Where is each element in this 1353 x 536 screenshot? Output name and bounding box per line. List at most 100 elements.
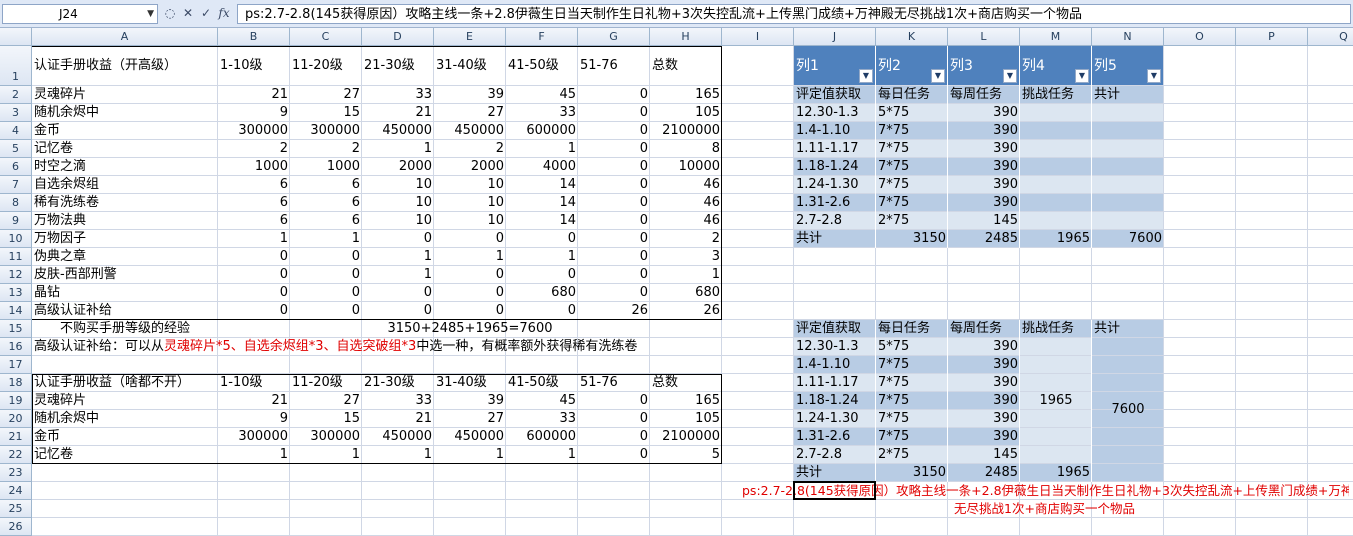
table1-value-cell[interactable]: 2 [650, 230, 722, 248]
row-header[interactable]: 19 [0, 392, 32, 410]
table3-period-cell[interactable]: 1.24-1.30 [794, 176, 876, 194]
table1-value-cell[interactable]: 0 [290, 284, 362, 302]
table1-value-cell[interactable]: 300000 [218, 122, 290, 140]
table2-col-header[interactable]: 21-30级 [362, 374, 434, 392]
table2-row-label[interactable]: 金币 [32, 428, 218, 446]
row-header[interactable]: 26 [0, 518, 32, 536]
table1-value-cell[interactable]: 2100000 [650, 122, 722, 140]
table2-value-cell[interactable]: 39 [434, 392, 506, 410]
row-header[interactable]: 13 [0, 284, 32, 302]
table1-value-cell[interactable]: 0 [578, 212, 650, 230]
table2-row-label[interactable]: 记忆卷 [32, 446, 218, 464]
table1-value-cell[interactable]: 6 [218, 194, 290, 212]
table1-row-label[interactable]: 皮肤-西部刑警 [32, 266, 218, 284]
table1-value-cell[interactable]: 10 [434, 194, 506, 212]
row-header[interactable]: 8 [0, 194, 32, 212]
table2-value-cell[interactable]: 2100000 [650, 428, 722, 446]
row-header[interactable]: 25 [0, 500, 32, 518]
table1-col-header[interactable]: 51-76 [578, 46, 650, 86]
table2-value-cell[interactable]: 15 [290, 410, 362, 428]
table4-total-value[interactable]: 1965 [1020, 464, 1092, 482]
table4-value-cell[interactable]: 390 [948, 428, 1020, 446]
table1-col-header[interactable]: 总数 [650, 46, 722, 86]
table3-subheader[interactable]: 挑战任务 [1020, 86, 1092, 104]
table1-value-cell[interactable]: 46 [650, 212, 722, 230]
table2-value-cell[interactable]: 300000 [218, 428, 290, 446]
table1-value-cell[interactable]: 21 [218, 86, 290, 104]
column-header[interactable]: P [1236, 28, 1308, 46]
table1-value-cell[interactable]: 600000 [506, 122, 578, 140]
table1-value-cell[interactable]: 0 [218, 248, 290, 266]
table1-value-cell[interactable]: 1 [434, 248, 506, 266]
table1-value-cell[interactable]: 105 [650, 104, 722, 122]
table3-subheader[interactable]: 共计 [1092, 86, 1164, 104]
table1-value-cell[interactable]: 165 [650, 86, 722, 104]
table1-value-cell[interactable]: 14 [506, 212, 578, 230]
table4-value-cell[interactable]: 390 [948, 410, 1020, 428]
table4-total-value[interactable]: 2485 [948, 464, 1020, 482]
table1-value-cell[interactable]: 2 [290, 140, 362, 158]
table1-value-cell[interactable]: 4000 [506, 158, 578, 176]
table3-value-cell[interactable]: 145 [948, 212, 1020, 230]
table1-value-cell[interactable]: 0 [578, 194, 650, 212]
table1-value-cell[interactable]: 14 [506, 176, 578, 194]
filter-dropdown-icon[interactable]: ▼ [859, 69, 873, 83]
column-header[interactable]: E [434, 28, 506, 46]
table1-value-cell[interactable]: 0 [362, 230, 434, 248]
table3-value-cell[interactable]: 7*75 [876, 122, 948, 140]
table1-value-cell[interactable]: 0 [506, 302, 578, 320]
row-header[interactable]: 23 [0, 464, 32, 482]
table1-value-cell[interactable]: 9 [218, 104, 290, 122]
table1-value-cell[interactable]: 0 [506, 266, 578, 284]
table2-col-header[interactable]: 41-50级 [506, 374, 578, 392]
table1-value-cell[interactable]: 0 [290, 266, 362, 284]
table1-value-cell[interactable]: 33 [362, 86, 434, 104]
table4-total-label[interactable]: 共计 [794, 464, 876, 482]
table4-col-header[interactable]: 每周任务 [948, 320, 1020, 338]
table1-row-label[interactable]: 灵魂碎片 [32, 86, 218, 104]
table1-col-header[interactable]: 21-30级 [362, 46, 434, 86]
table2-col-header[interactable]: 51-76 [578, 374, 650, 392]
table1-value-cell[interactable]: 0 [578, 248, 650, 266]
table2-value-cell[interactable]: 1 [362, 446, 434, 464]
table1-value-cell[interactable]: 10 [434, 176, 506, 194]
table1-value-cell[interactable]: 1000 [290, 158, 362, 176]
table2-value-cell[interactable]: 1 [218, 446, 290, 464]
table1-value-cell[interactable]: 0 [578, 266, 650, 284]
table1-col-header[interactable]: 11-20级 [290, 46, 362, 86]
table1-row-label[interactable]: 随机余烬中 [32, 104, 218, 122]
table1-value-cell[interactable]: 3 [650, 248, 722, 266]
table1-value-cell[interactable]: 0 [218, 284, 290, 302]
table2-value-cell[interactable]: 1 [506, 446, 578, 464]
table1-value-cell[interactable]: 0 [578, 284, 650, 302]
table4-period-cell[interactable]: 12.30-1.3 [794, 338, 876, 356]
table1-value-cell[interactable]: 1 [218, 230, 290, 248]
table1-value-cell[interactable]: 10 [362, 212, 434, 230]
table1-value-cell[interactable]: 680 [650, 284, 722, 302]
table2-value-cell[interactable]: 300000 [290, 428, 362, 446]
table1-row-label[interactable]: 晶钻 [32, 284, 218, 302]
table1-value-cell[interactable]: 6 [290, 176, 362, 194]
table3-period-cell[interactable]: 12.30-1.3 [794, 104, 876, 122]
table2-value-cell[interactable]: 5 [650, 446, 722, 464]
row16-note[interactable]: 高级认证补给：可以从灵魂碎片*5、自选余烬组*3、自选突破组*3中选一种，有概率… [32, 338, 722, 356]
table2-value-cell[interactable]: 27 [434, 410, 506, 428]
formula-bar-grip-icon[interactable]: ◌ [162, 5, 178, 22]
table1-value-cell[interactable]: 14 [506, 194, 578, 212]
table1-value-cell[interactable]: 10000 [650, 158, 722, 176]
table2-value-cell[interactable]: 21 [362, 410, 434, 428]
table1-value-cell[interactable]: 33 [506, 104, 578, 122]
table4-merged-challenge[interactable]: 1965 [1020, 338, 1092, 464]
table2-col-header[interactable]: 1-10级 [218, 374, 290, 392]
table1-value-cell[interactable]: 45 [506, 86, 578, 104]
table1-row-label[interactable]: 高级认证补给 [32, 302, 218, 320]
table1-value-cell[interactable]: 0 [218, 266, 290, 284]
table1-value-cell[interactable]: 8 [650, 140, 722, 158]
table1-value-cell[interactable]: 0 [578, 176, 650, 194]
table4-value-cell[interactable]: 390 [948, 392, 1020, 410]
table4-value-cell[interactable]: 7*75 [876, 374, 948, 392]
table1-value-cell[interactable]: 0 [578, 122, 650, 140]
table4-value-cell[interactable]: 390 [948, 356, 1020, 374]
table2-col-header[interactable]: 总数 [650, 374, 722, 392]
column-header[interactable]: Q [1308, 28, 1353, 46]
